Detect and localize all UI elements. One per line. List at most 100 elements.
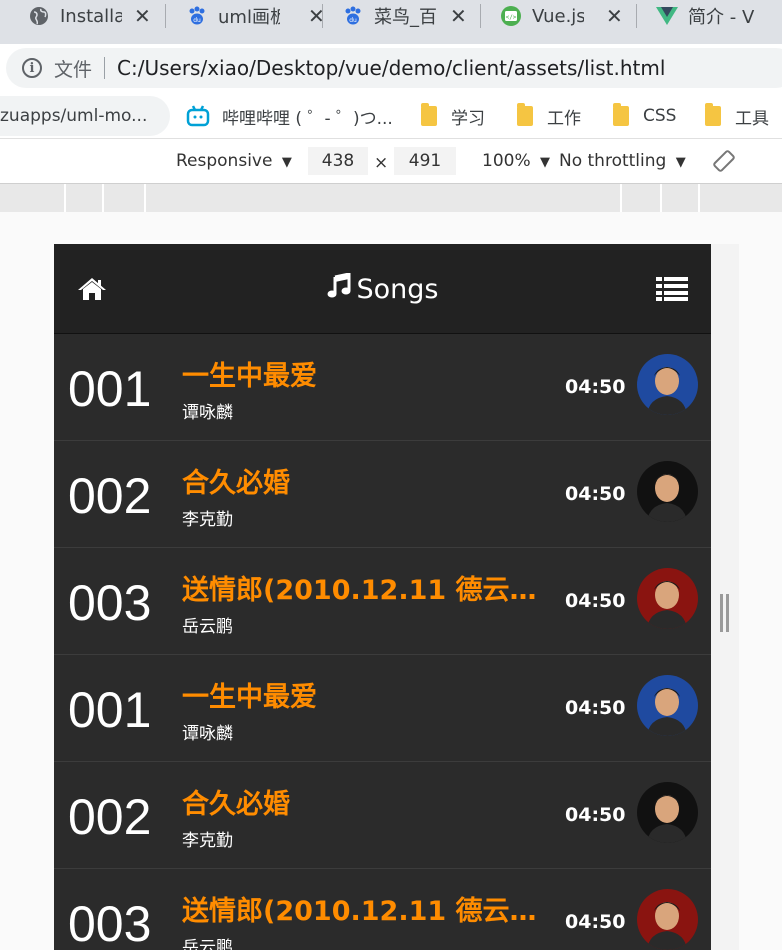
song-row[interactable]: 002 合久必婚 李克勤 04:50 [54,441,711,548]
ruler-segment[interactable] [0,184,64,212]
folder-icon [705,103,721,126]
app-header: Songs [54,244,711,334]
media-query-ruler [0,184,782,212]
artist-avatar[interactable] [637,461,698,522]
song-duration: 04:50 [565,483,626,505]
svg-text:du: du [193,17,201,24]
bookmark-label: 工具 [735,108,769,129]
song-duration: 04:50 [565,590,626,612]
dropdown-arrow-icon: ▼ [540,155,551,170]
tab-uml[interactable]: du uml画板 ✕ [186,0,326,32]
tab-title: Vue.js [532,5,584,27]
address-separator [104,57,106,79]
home-icon[interactable] [78,277,106,305]
ruler-segment[interactable] [660,184,698,212]
baidu-paw-icon: du [342,5,364,27]
bookmark-bilibili[interactable]: 哔哩哔哩 ( ゜- ゜)つ... [186,94,393,138]
throttling-select[interactable]: No throttling ▼ [559,151,686,171]
ruler-segment[interactable] [102,184,144,212]
song-title[interactable]: 送情郎(2010.12.11 德云社... [182,889,542,928]
song-row[interactable]: 003 送情郎(2010.12.11 德云社... 岳云鹏 04:50 [54,869,711,950]
device-mode-select[interactable]: Responsive ▼ [176,151,292,171]
bookmark-label: 工作 [547,108,581,129]
song-title[interactable]: 一生中最爱 [182,675,542,714]
ruler-segment[interactable] [144,184,620,212]
dropdown-arrow-icon: ▼ [281,155,292,170]
song-artist: 谭咏麟 [182,724,233,744]
device-viewport: Songs 001 一生中最爱 谭咏麟 04:50 002 合久必婚 李克勤 04:50 003… [54,244,711,950]
song-index: 001 [68,361,152,417]
song-index: 002 [68,789,152,845]
song-duration: 04:50 [565,804,626,826]
close-icon[interactable]: ✕ [134,4,151,28]
tab-separator [636,4,637,28]
close-icon[interactable]: ✕ [450,4,467,28]
times-sign: × [374,153,389,173]
song-row[interactable]: 001 一生中最爱 谭咏麟 04:50 [54,655,711,762]
song-duration: 04:50 [565,697,626,719]
bookmark-folder-work[interactable]: 工作 [517,94,581,138]
song-title[interactable]: 一生中最爱 [182,354,542,393]
song-duration: 04:50 [565,911,626,933]
artist-avatar[interactable] [637,889,698,950]
song-title[interactable]: 合久必婚 [182,461,542,500]
song-title[interactable]: 合久必婚 [182,782,542,821]
tab-vuejs[interactable]: </> Vue.js ✕ [500,0,626,32]
app-title-text: Songs [356,273,439,305]
ruler-segment[interactable] [698,184,782,212]
list-icon[interactable] [656,276,688,306]
bookmark-label: zuapps/uml-mo... [0,106,148,126]
tab-vue-intro[interactable]: 简介 - V [656,0,782,32]
artist-avatar[interactable] [637,782,698,843]
vue-logo-icon [656,5,678,27]
song-index: 003 [68,896,152,950]
bookmark-folder-study[interactable]: 学习 [421,94,485,138]
dropdown-arrow-icon: ▼ [675,155,686,170]
resize-handle[interactable] [726,594,729,632]
artist-avatar[interactable] [637,568,698,629]
info-icon[interactable]: i [22,58,42,78]
song-row[interactable]: 001 一生中最爱谭咏麟 04:50 [54,334,711,441]
tab-strip: Installa ✕ du uml画板 ✕ du 菜鸟_百 ✕ </> Vue.… [0,0,782,44]
width-input[interactable]: 438 [308,147,368,175]
bookmark-folder-tools[interactable]: 工具 [705,94,769,138]
scheme-label: 文件 [54,58,93,81]
folder-icon [421,103,437,126]
ruler-segment[interactable] [64,184,102,212]
browser-toolbar: i 文件 C:/Users/xiao/Desktop/vue/demo/clie… [0,44,782,94]
artist-avatar[interactable] [637,675,698,736]
bookmark-label: CSS [643,106,677,126]
music-note-icon [327,271,351,306]
bilibili-icon [186,105,210,127]
bookmarks-bar: zuapps/uml-mo... 哔哩哔哩 ( ゜- ゜)つ... 学习 工作 … [0,94,782,138]
svg-text:du: du [349,17,357,24]
song-artist: 李克勤 [182,510,233,530]
tab-title: uml画板 [218,7,280,28]
ruler-segment[interactable] [620,184,660,212]
song-duration: 04:50 [565,376,626,398]
song-title[interactable]: 送情郎(2010.12.11 德云社... [182,568,542,607]
address-bar[interactable]: i 文件 C:/Users/xiao/Desktop/vue/demo/clie… [6,48,782,88]
tab-runoob[interactable]: du 菜鸟_百 ✕ [342,0,472,32]
close-icon[interactable]: ✕ [606,4,623,28]
page-title: Songs [54,244,711,334]
zoom-select[interactable]: 100% ▼ [482,151,550,171]
song-row[interactable]: 003 送情郎(2010.12.11 德云社... 岳云鹏 04:50 [54,548,711,655]
bookmark-uml[interactable]: zuapps/uml-mo... [0,96,170,136]
height-input[interactable]: 491 [394,147,456,175]
bookmark-label: 哔哩哔哩 ( ゜- ゜)つ... [222,108,393,129]
device-edge [711,244,739,950]
resize-handle[interactable] [720,594,723,632]
zoom-label: 100% [482,151,531,171]
song-row[interactable]: 002 合久必婚 李克勤 04:50 [54,762,711,869]
rotate-icon[interactable] [712,149,736,178]
tab-installa[interactable]: Installa ✕ [28,0,156,32]
tab-separator [322,4,323,28]
baidu-paw-icon: du [186,5,208,27]
song-index: 003 [68,575,152,631]
artist-avatar[interactable] [637,354,698,415]
folder-icon [613,103,629,126]
bookmark-folder-css[interactable]: CSS [613,94,676,138]
url-text[interactable]: C:/Users/xiao/Desktop/vue/demo/client/as… [117,56,665,80]
song-artist: 谭咏麟 [182,403,233,423]
